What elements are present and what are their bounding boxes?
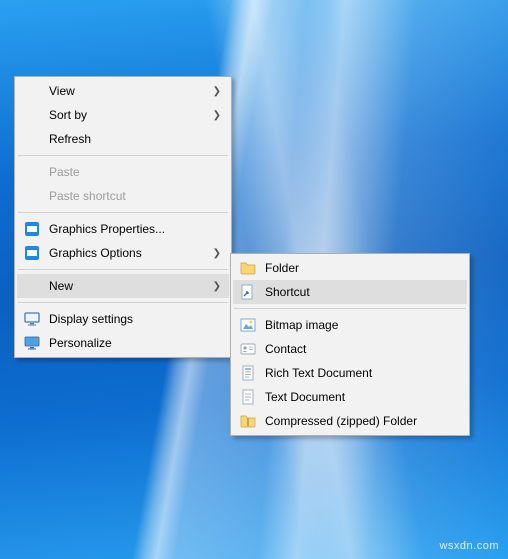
menu-label: View bbox=[49, 84, 211, 98]
menu-item-new[interactable]: New ❯ bbox=[17, 274, 229, 298]
menu-separator bbox=[18, 155, 228, 156]
intel-graphics-icon bbox=[23, 244, 41, 262]
menu-label: Bitmap image bbox=[265, 318, 459, 332]
menu-separator bbox=[18, 269, 228, 270]
desktop-context-menu: View ❯ Sort by ❯ Refresh Paste Paste sho… bbox=[14, 76, 232, 358]
menu-label: Contact bbox=[265, 342, 459, 356]
menu-item-view[interactable]: View ❯ bbox=[17, 79, 229, 103]
menu-item-rich-text[interactable]: Rich Text Document bbox=[233, 361, 467, 385]
menu-label: Graphics Options bbox=[49, 246, 211, 260]
contact-icon bbox=[239, 340, 257, 358]
menu-label: Display settings bbox=[49, 312, 221, 326]
menu-item-paste: Paste bbox=[17, 160, 229, 184]
menu-label: Folder bbox=[265, 261, 459, 275]
menu-item-text-document[interactable]: Text Document bbox=[233, 385, 467, 409]
menu-label: Paste bbox=[49, 165, 221, 179]
menu-label: Compressed (zipped) Folder bbox=[265, 414, 459, 428]
submenu-arrow-icon: ❯ bbox=[211, 110, 221, 121]
submenu-arrow-icon: ❯ bbox=[211, 281, 221, 292]
rich-text-icon bbox=[239, 364, 257, 382]
menu-label: Personalize bbox=[49, 336, 221, 350]
new-submenu: Folder Shortcut Bitmap image Contact Ric… bbox=[230, 253, 470, 436]
menu-label: Shortcut bbox=[265, 285, 459, 299]
menu-label: Text Document bbox=[265, 390, 459, 404]
menu-label: Rich Text Document bbox=[265, 366, 459, 380]
menu-item-folder[interactable]: Folder bbox=[233, 256, 467, 280]
menu-label: Graphics Properties... bbox=[49, 222, 221, 236]
personalize-icon bbox=[23, 334, 41, 352]
menu-item-personalize[interactable]: Personalize bbox=[17, 331, 229, 355]
menu-separator bbox=[18, 212, 228, 213]
menu-item-graphics-options[interactable]: Graphics Options ❯ bbox=[17, 241, 229, 265]
menu-item-graphics-properties[interactable]: Graphics Properties... bbox=[17, 217, 229, 241]
menu-item-sort-by[interactable]: Sort by ❯ bbox=[17, 103, 229, 127]
bitmap-icon bbox=[239, 316, 257, 334]
monitor-icon bbox=[23, 310, 41, 328]
menu-separator bbox=[234, 308, 466, 309]
menu-label: Paste shortcut bbox=[49, 189, 221, 203]
submenu-arrow-icon: ❯ bbox=[211, 248, 221, 259]
folder-icon bbox=[239, 259, 257, 277]
zip-folder-icon bbox=[239, 412, 257, 430]
menu-label: Refresh bbox=[49, 132, 221, 146]
intel-graphics-icon bbox=[23, 220, 41, 238]
shortcut-icon bbox=[239, 283, 257, 301]
menu-item-contact[interactable]: Contact bbox=[233, 337, 467, 361]
menu-item-shortcut[interactable]: Shortcut bbox=[233, 280, 467, 304]
menu-item-display-settings[interactable]: Display settings bbox=[17, 307, 229, 331]
menu-label: Sort by bbox=[49, 108, 211, 122]
menu-label: New bbox=[49, 279, 211, 293]
submenu-arrow-icon: ❯ bbox=[211, 86, 221, 97]
text-document-icon bbox=[239, 388, 257, 406]
watermark-text: wsxdn.com bbox=[439, 540, 499, 552]
menu-item-paste-shortcut: Paste shortcut bbox=[17, 184, 229, 208]
menu-item-compressed-folder[interactable]: Compressed (zipped) Folder bbox=[233, 409, 467, 433]
menu-item-refresh[interactable]: Refresh bbox=[17, 127, 229, 151]
menu-item-bitmap[interactable]: Bitmap image bbox=[233, 313, 467, 337]
menu-separator bbox=[18, 302, 228, 303]
